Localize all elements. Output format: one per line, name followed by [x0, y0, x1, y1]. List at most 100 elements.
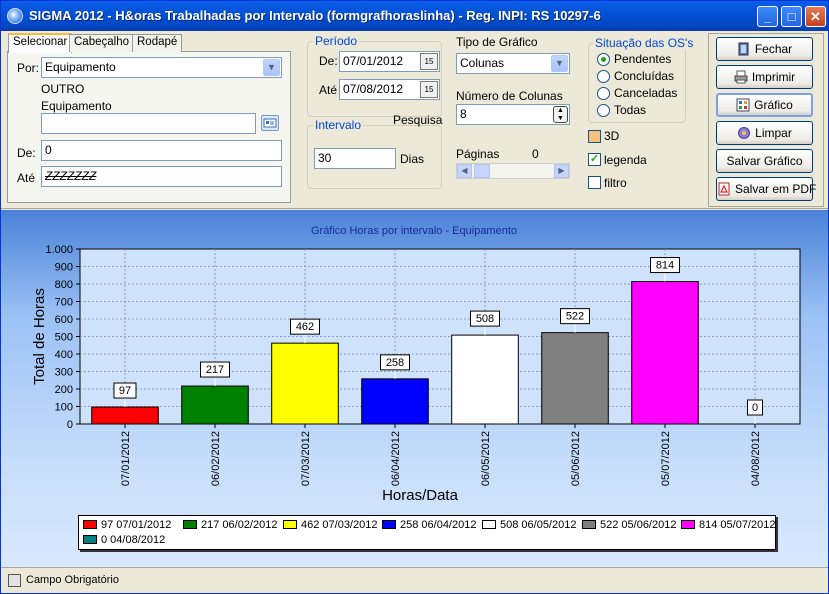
- legend-swatch: [482, 520, 496, 529]
- data-label: 217: [206, 364, 224, 376]
- y-tick-label: 500: [55, 332, 73, 344]
- bar: [271, 342, 339, 425]
- bar: [181, 385, 249, 425]
- data-label: 462: [296, 321, 314, 333]
- canceladas-label: Canceladas: [614, 86, 678, 100]
- pendentes-label: Pendentes: [614, 52, 672, 66]
- x-tick-label: 05/07/2012: [660, 431, 672, 486]
- de-input[interactable]: 0: [41, 140, 282, 161]
- chart-icon: [736, 98, 750, 112]
- chevron-down-icon[interactable]: ▼: [263, 59, 280, 76]
- app-icon[interactable]: [7, 8, 23, 24]
- paginas-scrollbar[interactable]: ◀ ▶: [456, 163, 570, 179]
- legend-label: 462 07/03/2012: [301, 519, 378, 531]
- bar-chart: Gráfico Horas por intervalo - Equipament…: [31, 225, 801, 504]
- calendar-icon[interactable]: 15: [420, 81, 438, 98]
- gear-icon: [738, 127, 751, 139]
- periodo-ate-input[interactable]: 07/08/2012 15: [339, 79, 440, 100]
- legend-item: 217 06/02/2012: [183, 519, 277, 531]
- chart-legend: 97 07/01/2012 217 06/02/2012 462 07/03/201…: [78, 515, 776, 550]
- bar: [451, 334, 519, 425]
- spinner-arrows-icon[interactable]: ▲ ▼: [553, 106, 568, 123]
- ate-label: Até: [17, 171, 36, 185]
- tab-selecionar[interactable]: Selecionar: [8, 33, 73, 53]
- periodo-de-input[interactable]: 07/01/2012 15: [339, 51, 440, 72]
- dias-label: Dias: [400, 152, 425, 166]
- ate-input[interactable]: ZZZZZZZ: [41, 166, 282, 187]
- limpar-button[interactable]: Limpar: [716, 121, 813, 145]
- intervalo-input[interactable]: 30: [314, 148, 396, 169]
- legend-item: 0 04/08/2012: [83, 534, 165, 546]
- todas-label: Todas: [614, 103, 647, 117]
- x-axis-label: Horas/Data: [382, 487, 459, 504]
- y-tick-label: 800: [55, 279, 73, 291]
- x-tick-label: 06/05/2012: [480, 431, 492, 486]
- filtro-checkbox[interactable]: [588, 176, 601, 189]
- chart-area: Gráfico Horas por intervalo - Equipament…: [1, 210, 828, 567]
- fechar-button[interactable]: Fechar: [716, 37, 813, 61]
- x-tick-label: 07/01/2012: [120, 431, 132, 486]
- filtro-label: filtro: [604, 176, 627, 190]
- legend-label: 814 05/07/2012: [699, 519, 776, 531]
- y-tick-label: 900: [55, 262, 73, 274]
- minimize-button[interactable]: _: [757, 6, 778, 27]
- 3d-label: 3D: [604, 129, 620, 143]
- equipamento-input[interactable]: [41, 113, 256, 134]
- lookup-card-icon[interactable]: [261, 115, 279, 131]
- y-tick-label: 300: [55, 367, 73, 379]
- periodo-ate-label: Até: [319, 83, 338, 97]
- campo-obrigatorio-label: Campo Obrigatório: [26, 574, 119, 586]
- legend-swatch: [681, 520, 695, 529]
- legend-item: 258 06/04/2012: [382, 519, 476, 531]
- fechar-label: Fechar: [754, 42, 793, 56]
- status-bar: Campo Obrigatório: [1, 567, 828, 593]
- tab-cabecalho[interactable]: Cabeçalho: [69, 34, 134, 52]
- num-colunas-spinner[interactable]: 8 ▲ ▼: [456, 104, 570, 125]
- paginas-label: Páginas: [456, 147, 500, 161]
- radio-todas[interactable]: [597, 104, 610, 117]
- scroll-left-icon[interactable]: ◀: [457, 164, 472, 178]
- scroll-thumb[interactable]: [474, 164, 490, 178]
- bar: [361, 378, 429, 425]
- data-label: 0: [752, 402, 758, 414]
- y-tick-label: 400: [55, 349, 73, 361]
- legend-label: 217 06/02/2012: [201, 519, 278, 531]
- equipamento-label: Equipamento: [41, 99, 112, 113]
- grafico-button[interactable]: Gráfico: [716, 93, 813, 117]
- salvar-grafico-button[interactable]: Salvar Gráfico: [716, 149, 813, 173]
- salvar-pdf-button[interactable]: Salvar em PDF: [716, 177, 816, 201]
- tab-rodape[interactable]: Rodapé: [132, 34, 183, 52]
- x-tick-label: 06/02/2012: [210, 431, 222, 486]
- por-select[interactable]: Equipamento ▼: [41, 57, 282, 78]
- radio-canceladas[interactable]: [597, 87, 610, 100]
- imprimir-button[interactable]: Imprimir: [716, 65, 813, 89]
- legend-label: 508 06/05/2012: [500, 519, 577, 531]
- imprimir-label: Imprimir: [751, 70, 796, 84]
- data-label: 522: [566, 311, 584, 323]
- scroll-right-icon[interactable]: ▶: [554, 164, 569, 178]
- maximize-button[interactable]: □: [781, 6, 802, 27]
- y-tick-label: 700: [55, 297, 73, 309]
- radio-pendentes[interactable]: [597, 53, 610, 66]
- calendar-icon[interactable]: 15: [420, 53, 438, 70]
- y-tick-label: 1.000: [45, 244, 73, 256]
- concluidas-label: Concluídas: [614, 69, 675, 83]
- pesquisa-label: Pesquisa: [393, 113, 443, 127]
- 3d-checkbox[interactable]: [588, 130, 601, 143]
- title-bar[interactable]: SIGMA 2012 - H&oras Trabalhadas por Inte…: [1, 1, 828, 31]
- num-colunas-label: Número de Colunas: [456, 89, 563, 103]
- radio-concluidas[interactable]: [597, 70, 610, 83]
- legend-swatch: [582, 520, 596, 529]
- close-button[interactable]: ✕: [805, 6, 826, 27]
- chevron-down-icon[interactable]: ▼: [551, 55, 568, 72]
- door-icon: [738, 42, 749, 56]
- legend-swatch: [83, 535, 97, 544]
- legend-item: 814 05/07/2012: [681, 519, 775, 531]
- num-colunas-value: 8: [460, 107, 467, 121]
- legend-swatch: [382, 520, 396, 529]
- bar: [91, 406, 159, 425]
- pdf-icon: [718, 182, 730, 196]
- tipo-grafico-select[interactable]: Colunas ▼: [456, 53, 570, 74]
- periodo-title: Período: [313, 34, 360, 48]
- legenda-checkbox[interactable]: ✓: [588, 153, 601, 166]
